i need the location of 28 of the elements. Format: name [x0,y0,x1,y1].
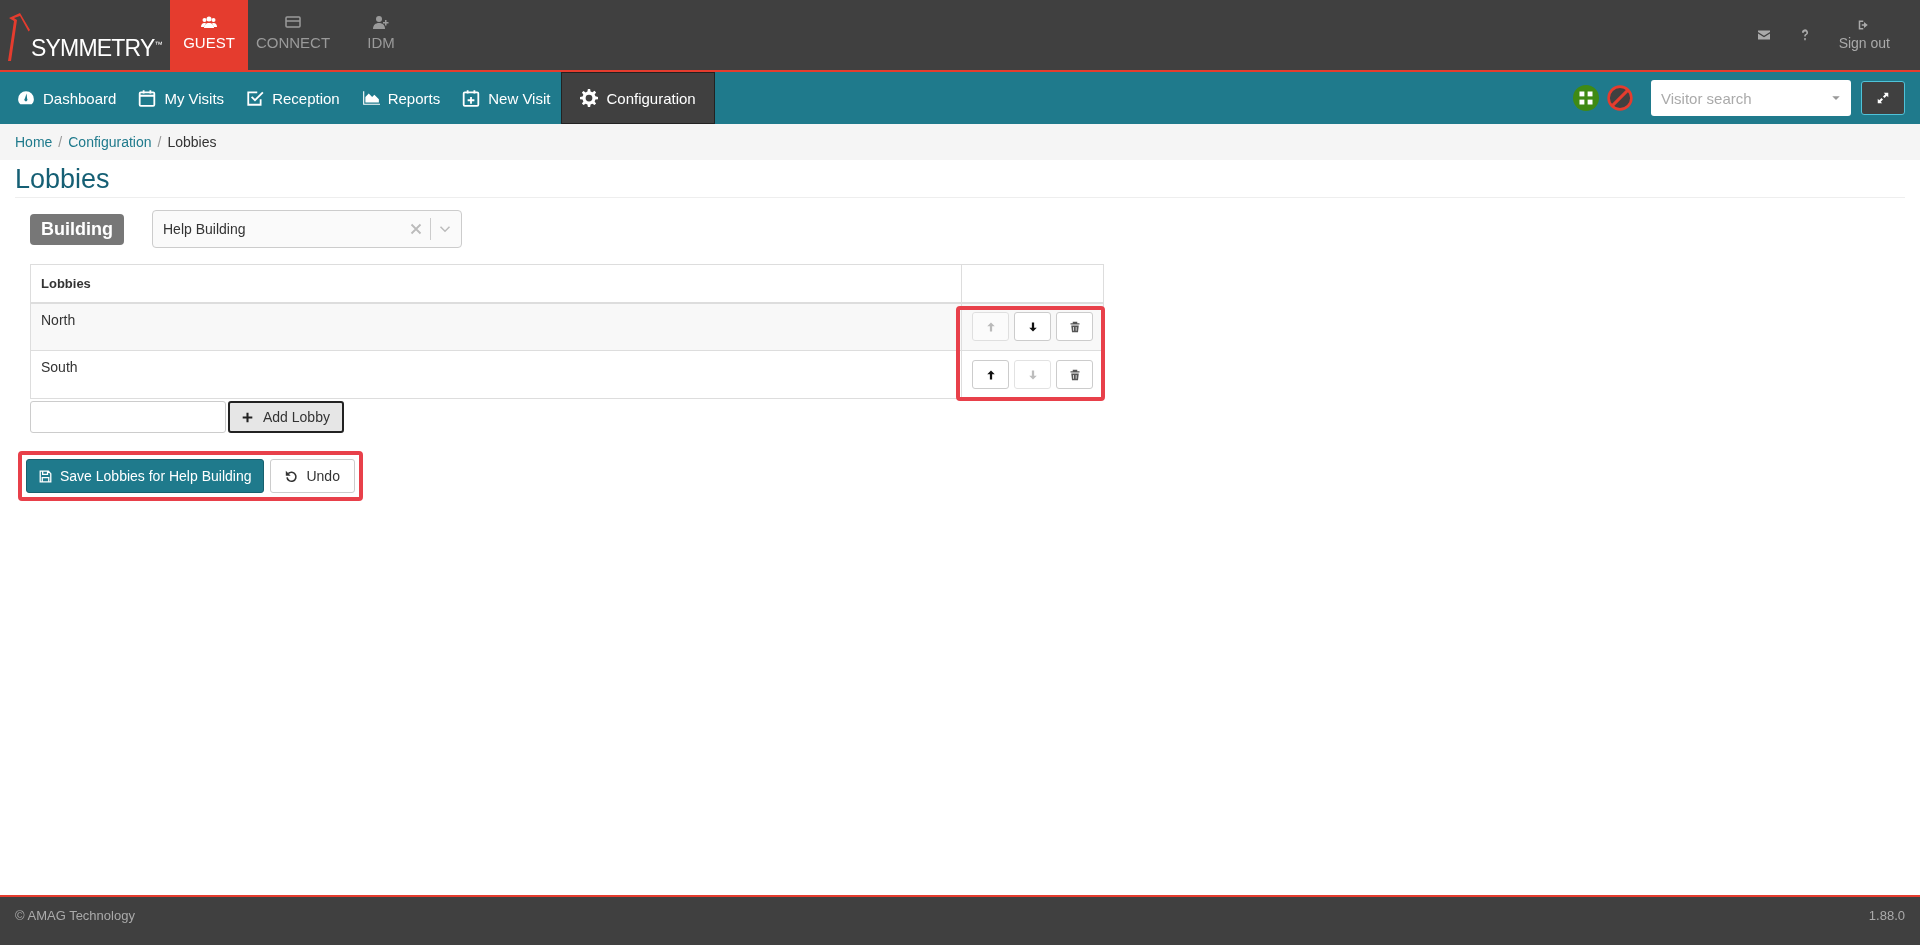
visitor-search-field[interactable]: Visitor search [1651,80,1851,116]
app-tab[interactable]: GUEST [170,0,248,70]
breadcrumb-link[interactable]: Home [15,134,53,150]
add-lobby-button[interactable]: Add Lobby [228,401,344,433]
version-text: 1.88.0 [1868,908,1905,923]
nav-tab[interactable]: Dashboard [6,72,128,124]
breadcrumb-link[interactable]: Configuration [68,134,152,150]
breadcrumb-separator: / [157,134,162,150]
table-cell: North [30,302,962,351]
save-button[interactable]: Save Lobbies for Help Building [26,459,265,493]
app-tab[interactable]: CONNECT [250,0,336,70]
column-header: Lobbies [30,264,962,303]
selected-value: Help Building [163,221,247,237]
undo-button[interactable]: Undo [270,459,355,493]
nav-tab[interactable]: Reports [350,72,452,124]
nav-tab[interactable]: New Visit [451,72,562,124]
sign-out-button[interactable]: Sign out [1838,19,1890,51]
table-cell: South [30,350,962,399]
page-title: Lobbies [15,164,1905,198]
app-tab[interactable]: IDM [338,0,424,70]
logo-text: SYMMETRY$^{™}$ [31,35,162,62]
breadcrumb-current: Lobbies [167,134,217,150]
nav-tab[interactable]: My Visits [127,72,236,124]
building-label: Building [30,213,124,245]
nav-tab[interactable]: Reception [235,72,351,124]
breadcrumb-separator: / [58,134,63,150]
nav-tab[interactable]: Configuration [561,72,715,124]
copyright-text: © AMAG Technology [15,908,135,923]
